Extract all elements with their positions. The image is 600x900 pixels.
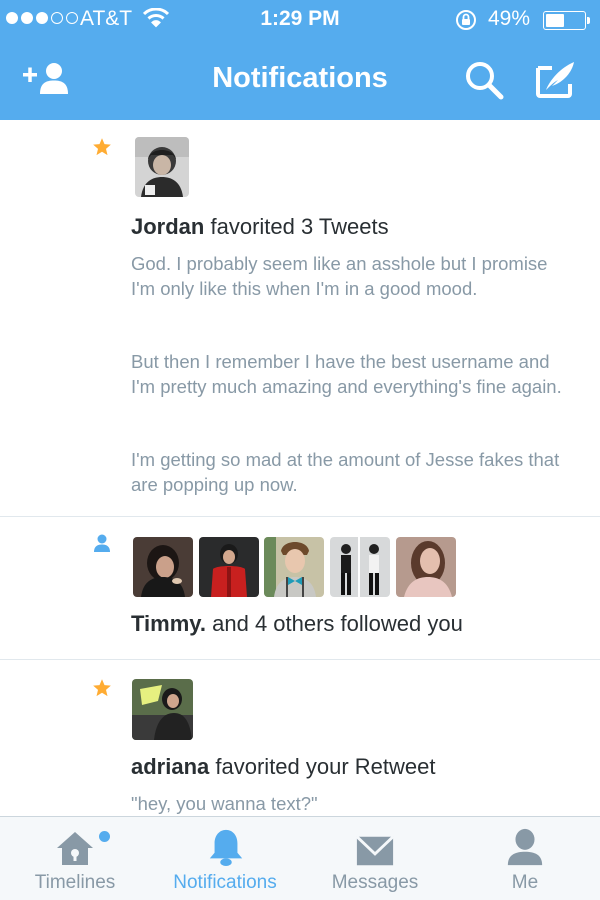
follower-icon [94, 534, 110, 552]
avatar[interactable] [264, 537, 324, 597]
avatar[interactable] [133, 537, 193, 597]
battery-percent: 49% [488, 7, 531, 30]
tab-messages[interactable]: Messages [300, 817, 450, 900]
home-icon [57, 832, 93, 865]
battery-icon [543, 11, 590, 30]
user-name[interactable]: Jordan [131, 214, 204, 239]
tab-label: Me [511, 872, 539, 893]
notification-title: Timmy. and 4 others followed you [131, 611, 463, 637]
tab-me[interactable]: Me [450, 817, 600, 900]
notification-title: adriana favorited your Retweet [131, 754, 436, 780]
search-icon[interactable] [464, 60, 504, 100]
rotation-lock-icon [456, 10, 476, 30]
notification-item[interactable]: Jordan favorited 3 Tweets God. I probabl… [0, 120, 600, 517]
notification-item[interactable]: adriana favorited your Retweet "hey, you… [0, 660, 600, 816]
page-title: Notifications [212, 62, 388, 94]
user-name[interactable]: adriana [131, 754, 209, 779]
favorited-tweet-text[interactable]: God. I probably seem like an asshole but… [131, 251, 571, 301]
bell-icon [209, 829, 243, 867]
avatar[interactable] [135, 137, 189, 197]
tab-label: Messages [331, 872, 419, 893]
user-name[interactable]: Timmy. [131, 611, 206, 636]
notification-item[interactable]: Timmy. and 4 others followed you [0, 517, 600, 660]
notifications-feed[interactable]: Jordan favorited 3 Tweets God. I probabl… [0, 120, 600, 816]
unread-dot [99, 831, 110, 842]
envelope-icon [355, 835, 395, 866]
notification-action: favorited 3 Tweets [210, 214, 389, 239]
avatar[interactable] [132, 679, 193, 740]
navigation-bar: Notifications [0, 40, 600, 120]
tab-label: Notifications [173, 872, 277, 893]
favorited-tweet-text[interactable]: But then I remember I have the best user… [131, 349, 571, 399]
notification-action: and 4 others followed you [212, 611, 463, 636]
tab-timelines[interactable]: Timelines [0, 817, 150, 900]
app-header: AT&T 1:29 PM 49% Notifications [0, 0, 600, 120]
star-icon [93, 138, 111, 156]
avatar[interactable] [396, 537, 456, 597]
person-icon [507, 828, 543, 866]
compose-tweet-icon[interactable] [534, 58, 578, 100]
tab-notifications[interactable]: Notifications [150, 817, 300, 900]
favorited-tweet-text[interactable]: I'm getting so mad at the amount of Jess… [131, 447, 571, 497]
tab-bar: Timelines Notifications Messages Me [0, 816, 600, 900]
avatar[interactable] [199, 537, 259, 597]
avatar[interactable] [330, 537, 390, 597]
notification-action: favorited your Retweet [215, 754, 436, 779]
notification-title: Jordan favorited 3 Tweets [131, 214, 389, 240]
star-icon [93, 679, 111, 697]
favorited-tweet-text[interactable]: "hey, you wanna text?" [131, 791, 571, 816]
tab-label: Timelines [34, 872, 116, 893]
status-bar: AT&T 1:29 PM 49% [0, 0, 600, 40]
